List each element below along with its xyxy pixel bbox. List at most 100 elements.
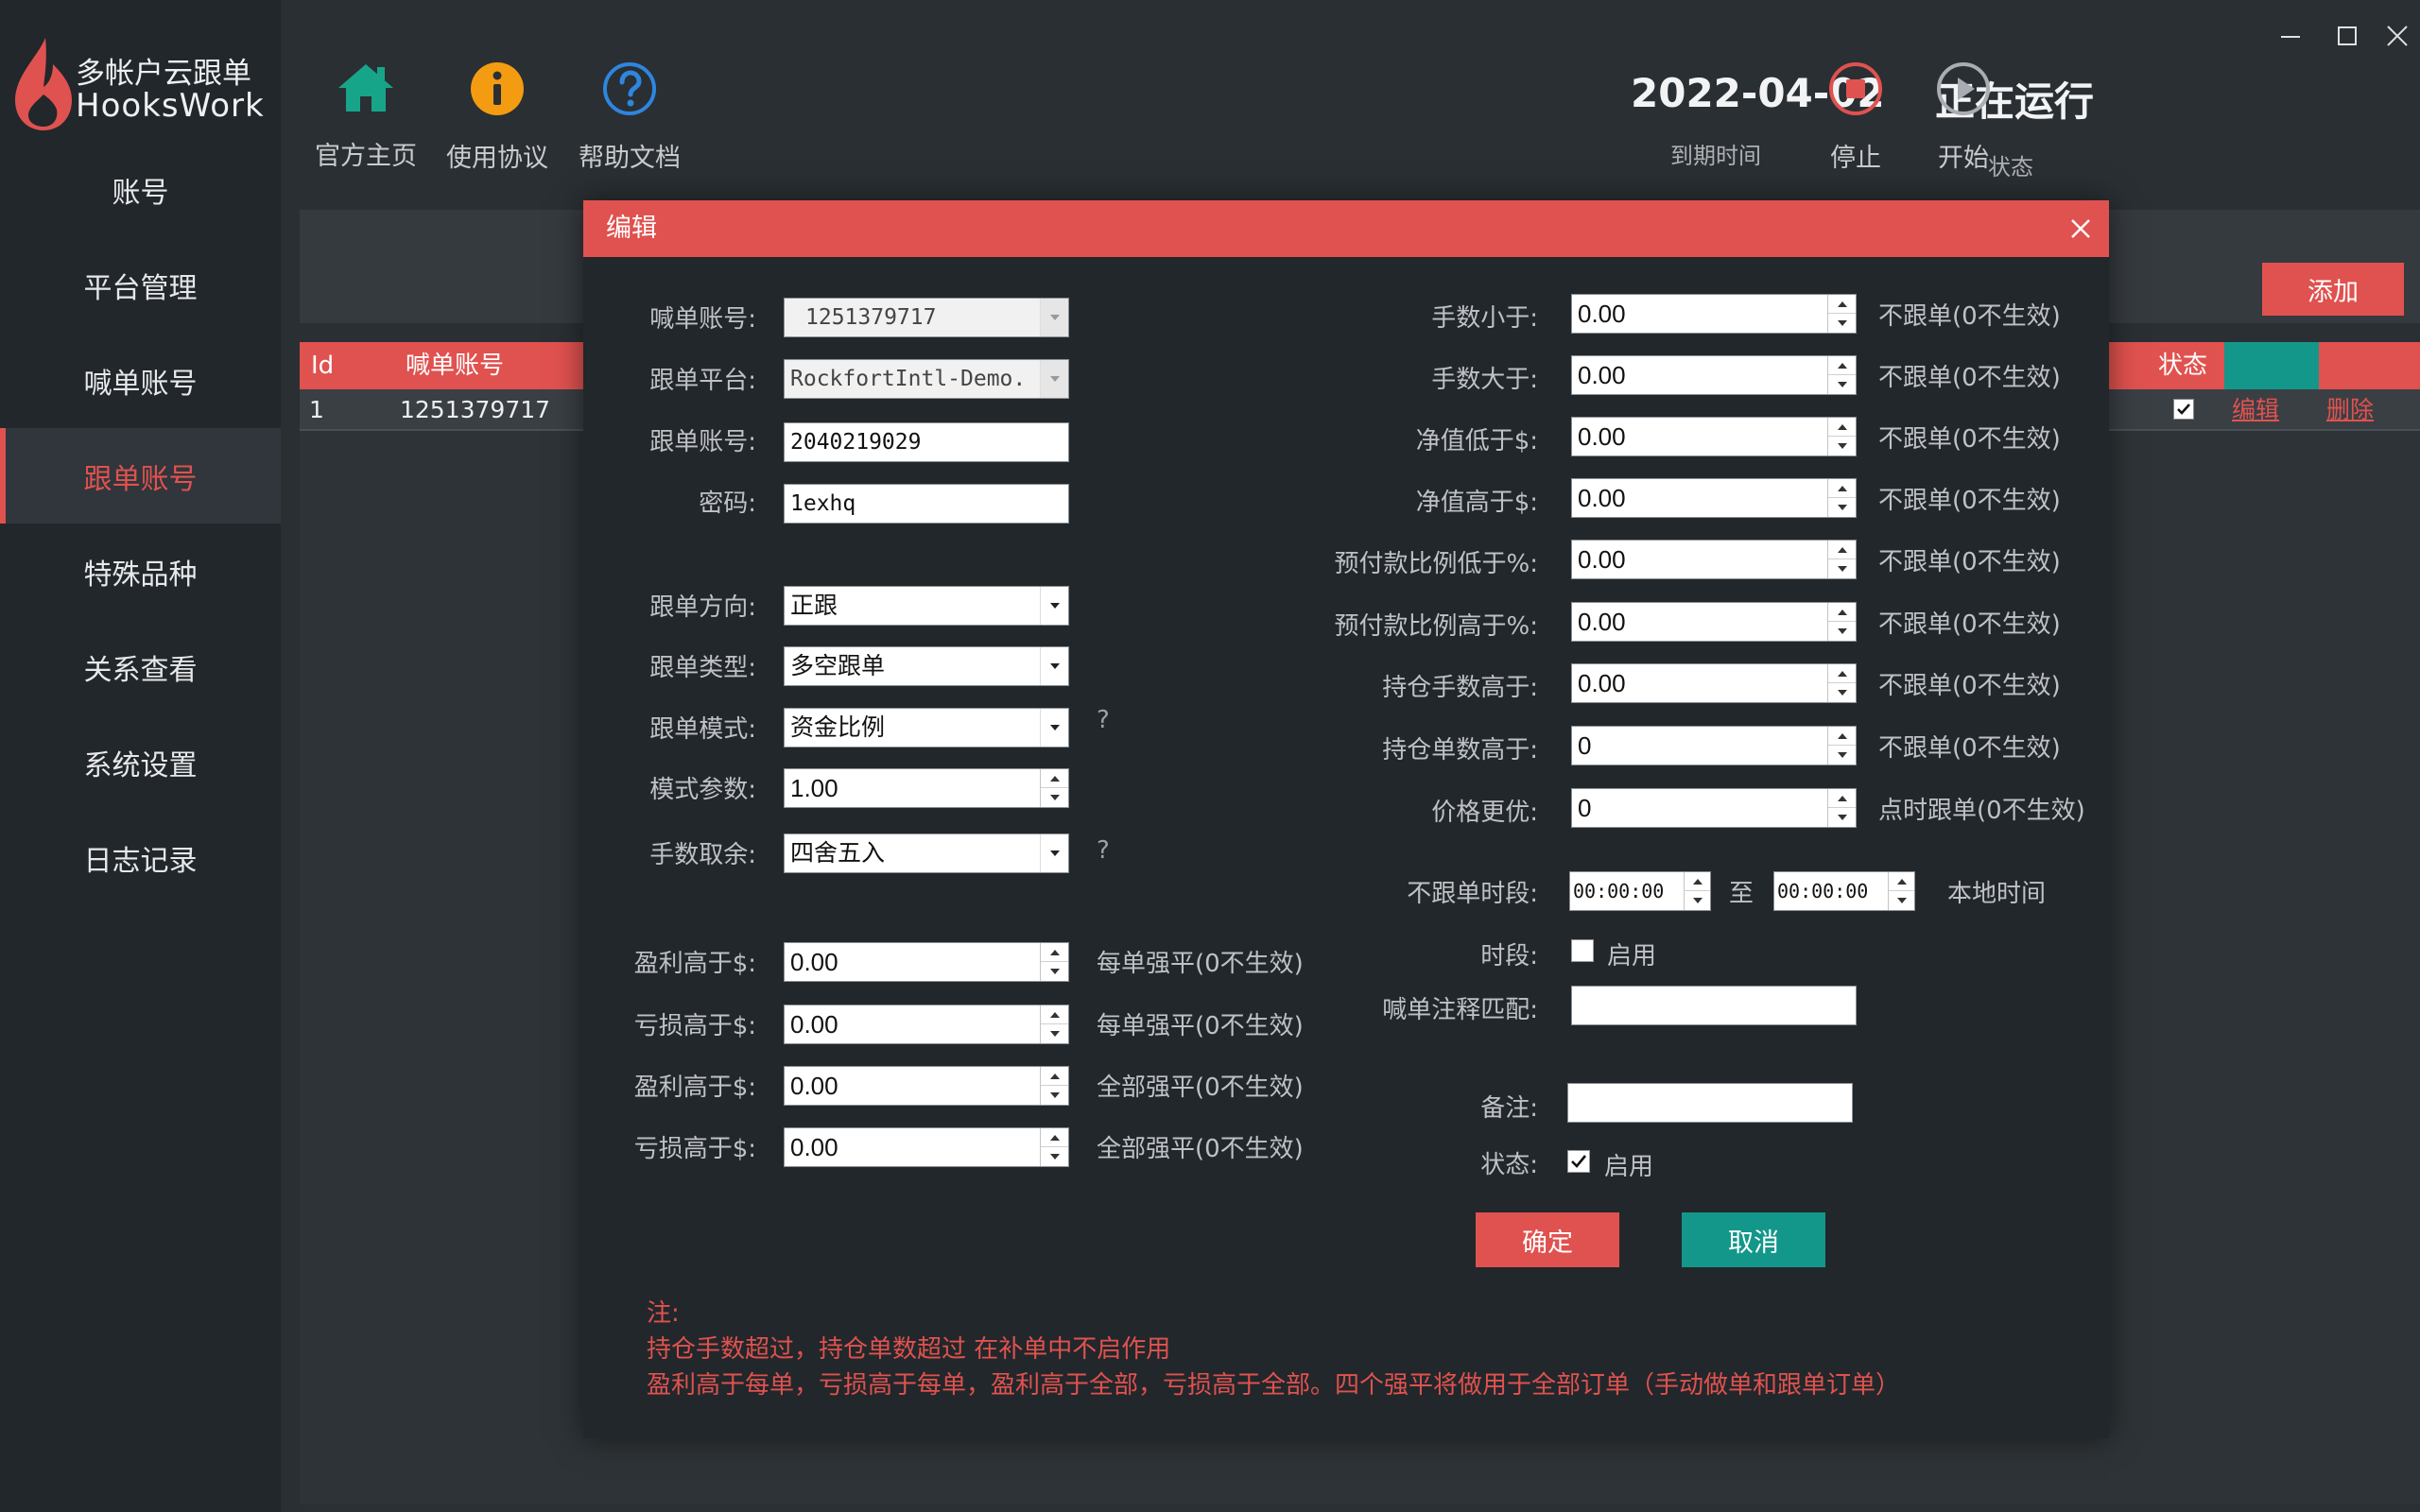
spin-up-icon[interactable]: [1041, 1067, 1068, 1086]
spin-down-icon[interactable]: [1041, 1147, 1068, 1166]
loss-all-stepper[interactable]: 0.00: [784, 1127, 1069, 1167]
spin-down-icon[interactable]: [1889, 891, 1914, 910]
sidebar-item-caller-accounts[interactable]: 喊单账号: [0, 333, 281, 428]
spin-buttons[interactable]: [1888, 872, 1914, 910]
state-enable-checkbox[interactable]: [1567, 1150, 1590, 1173]
spin-down-icon[interactable]: [1828, 808, 1856, 827]
spin-buttons[interactable]: [1040, 1067, 1068, 1105]
caller-account-select[interactable]: 1251379717: [784, 298, 1069, 337]
maximize-button[interactable]: [2323, 11, 2372, 60]
spin-down-icon[interactable]: [1041, 962, 1068, 981]
equity-below-stepper[interactable]: 0.00: [1571, 417, 1857, 456]
spin-buttons[interactable]: [1827, 541, 1856, 578]
spin-down-icon[interactable]: [1828, 559, 1856, 578]
col-status[interactable]: 状态: [2158, 342, 2207, 389]
spin-up-icon[interactable]: [1828, 418, 1856, 437]
mode-param-stepper[interactable]: 1.00: [784, 768, 1069, 808]
loss-each-stepper[interactable]: 0.00: [784, 1005, 1069, 1044]
direction-select[interactable]: 正跟: [784, 586, 1069, 626]
sidebar-item-logs[interactable]: 日志记录: [0, 810, 281, 905]
spin-buttons[interactable]: [1827, 295, 1856, 333]
sidebar-item-settings[interactable]: 系统设置: [0, 714, 281, 810]
help-button[interactable]: 帮助文档: [568, 61, 691, 174]
rounding-help-icon[interactable]: ?: [1097, 836, 1110, 865]
cancel-button[interactable]: 取消: [1682, 1212, 1825, 1267]
window-close-button[interactable]: [2373, 11, 2420, 60]
spin-down-icon[interactable]: [1828, 375, 1856, 394]
spin-up-icon[interactable]: [1041, 769, 1068, 788]
spin-buttons[interactable]: [1827, 356, 1856, 394]
home-button[interactable]: 官方主页: [304, 61, 427, 172]
spin-up-icon[interactable]: [1828, 479, 1856, 498]
start-button[interactable]: 开始: [1911, 61, 2015, 174]
spin-buttons[interactable]: [1040, 769, 1068, 807]
stop-button[interactable]: 停止: [1804, 61, 1908, 174]
equity-above-stepper[interactable]: 0.00: [1571, 478, 1857, 518]
col-caller-account[interactable]: 喊单账号: [406, 342, 504, 389]
spin-up-icon[interactable]: [1889, 872, 1914, 891]
mode-select[interactable]: 资金比例: [784, 708, 1069, 747]
lots-above-stepper[interactable]: 0.00: [1571, 355, 1857, 395]
spin-down-icon[interactable]: [1041, 788, 1068, 807]
spin-up-icon[interactable]: [1041, 1005, 1068, 1024]
sidebar-item-platform[interactable]: 平台管理: [0, 237, 281, 333]
remark-input[interactable]: [1567, 1083, 1853, 1123]
spin-buttons[interactable]: [1827, 664, 1856, 702]
spin-up-icon[interactable]: [1828, 789, 1856, 808]
profit-all-stepper[interactable]: 0.00: [784, 1066, 1069, 1106]
spin-up-icon[interactable]: [1828, 356, 1856, 375]
spin-down-icon[interactable]: [1041, 1024, 1068, 1043]
type-select[interactable]: 多空跟单: [784, 646, 1069, 686]
spin-buttons[interactable]: [1827, 727, 1856, 765]
spin-up-icon[interactable]: [1685, 872, 1710, 891]
col-id[interactable]: Id: [311, 342, 334, 389]
spin-buttons[interactable]: [1827, 789, 1856, 827]
dialog-close-icon[interactable]: [2066, 214, 2096, 244]
spin-up-icon[interactable]: [1828, 603, 1856, 622]
spin-down-icon[interactable]: [1828, 314, 1856, 333]
spin-down-icon[interactable]: [1685, 891, 1710, 910]
profit-each-stepper[interactable]: 0.00: [784, 942, 1069, 982]
margin-above-stepper[interactable]: 0.00: [1571, 602, 1857, 642]
spin-up-icon[interactable]: [1041, 1128, 1068, 1147]
confirm-button[interactable]: 确定: [1476, 1212, 1619, 1267]
period-end-time[interactable]: 00:00:00: [1773, 871, 1915, 911]
spin-down-icon[interactable]: [1828, 683, 1856, 702]
margin-below-stepper[interactable]: 0.00: [1571, 540, 1857, 579]
spin-up-icon[interactable]: [1041, 943, 1068, 962]
spin-buttons[interactable]: [1040, 1128, 1068, 1166]
spin-buttons[interactable]: [1040, 943, 1068, 981]
spin-up-icon[interactable]: [1828, 727, 1856, 746]
period-start-time[interactable]: 00:00:00: [1569, 871, 1711, 911]
position-count-stepper[interactable]: 0: [1571, 726, 1857, 765]
spin-down-icon[interactable]: [1828, 437, 1856, 455]
spin-buttons[interactable]: [1827, 603, 1856, 641]
follow-account-input[interactable]: 2040219029: [784, 422, 1069, 462]
spin-buttons[interactable]: [1827, 418, 1856, 455]
spin-down-icon[interactable]: [1828, 746, 1856, 765]
spin-up-icon[interactable]: [1828, 664, 1856, 683]
row-edit-link[interactable]: 编辑: [2232, 389, 2279, 431]
agreement-button[interactable]: 使用协议: [436, 61, 559, 174]
spin-up-icon[interactable]: [1828, 295, 1856, 314]
spin-up-icon[interactable]: [1828, 541, 1856, 559]
sidebar-item-relations[interactable]: 关系查看: [0, 619, 281, 714]
minimize-button[interactable]: [2266, 11, 2315, 60]
spin-down-icon[interactable]: [1041, 1086, 1068, 1105]
platform-select[interactable]: RockfortIntl-Demo.: [784, 359, 1069, 399]
spin-buttons[interactable]: [1827, 479, 1856, 517]
password-input[interactable]: 1exhq: [784, 484, 1069, 524]
rounding-select[interactable]: 四舍五入: [784, 833, 1069, 873]
price-better-stepper[interactable]: 0: [1571, 788, 1857, 828]
lots-below-stepper[interactable]: 0.00: [1571, 294, 1857, 334]
sidebar-item-follow-accounts[interactable]: 跟单账号: [0, 428, 281, 524]
sidebar-item-special-symbols[interactable]: 特殊品种: [0, 524, 281, 619]
period-enable-checkbox[interactable]: [1571, 939, 1594, 962]
spin-buttons[interactable]: [1040, 1005, 1068, 1043]
mode-help-icon[interactable]: ?: [1097, 706, 1110, 734]
spin-down-icon[interactable]: [1828, 622, 1856, 641]
spin-buttons[interactable]: [1684, 872, 1710, 910]
spin-down-icon[interactable]: [1828, 498, 1856, 517]
position-lots-stepper[interactable]: 0.00: [1571, 663, 1857, 703]
comment-match-input[interactable]: [1571, 986, 1857, 1025]
